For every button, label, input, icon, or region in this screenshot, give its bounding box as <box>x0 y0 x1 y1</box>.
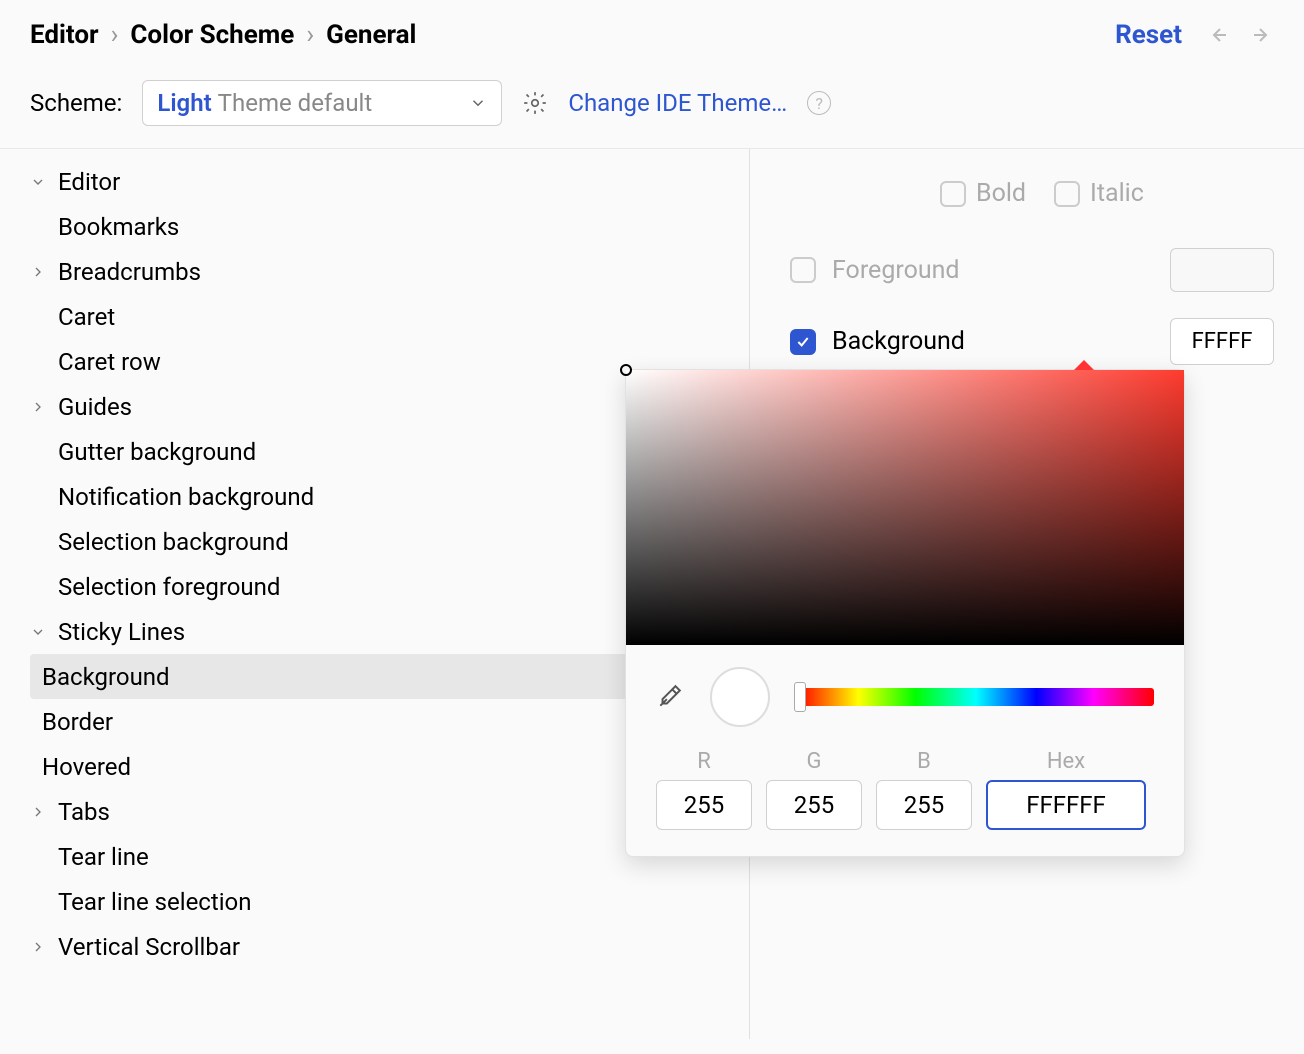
tree-row[interactable]: Vertical Scrollbar <box>30 924 749 969</box>
checkbox-icon <box>940 181 966 207</box>
hue-slider[interactable] <box>798 688 1154 706</box>
gear-icon[interactable] <box>522 90 548 116</box>
background-checkbox[interactable] <box>790 329 816 355</box>
scheme-value: Light <box>157 89 211 117</box>
tree-label: Tear line <box>58 843 149 871</box>
tree-label: Editor <box>58 168 120 196</box>
breadcrumb: Editor › Color Scheme › General <box>30 20 416 50</box>
scheme-select[interactable]: Light Theme default <box>142 80 502 126</box>
scheme-tag: Theme default <box>218 89 373 117</box>
tree-label: Selection background <box>58 528 289 556</box>
tree-row[interactable]: Tear line selection <box>30 879 749 924</box>
tree-label: Guides <box>58 393 132 421</box>
tree-label: Hovered <box>42 753 131 781</box>
tree-label: Breadcrumbs <box>58 258 201 286</box>
properties-panel: Bold Italic Foreground Background FFFFF <box>750 149 1274 1039</box>
foreground-swatch[interactable] <box>1170 248 1274 292</box>
tree-label: Background <box>42 663 170 691</box>
tree-label: Tear line selection <box>58 888 252 916</box>
scheme-label: Scheme: <box>30 89 122 117</box>
color-picker-popover: R G B Hex <box>625 369 1185 857</box>
eyedropper-icon[interactable] <box>656 684 682 710</box>
r-label: R <box>697 749 711 774</box>
r-input[interactable] <box>656 780 752 830</box>
b-label: B <box>917 749 931 774</box>
foreground-row: Foreground <box>790 248 1274 292</box>
tree-label: Selection foreground <box>58 573 280 601</box>
chevron-right-icon <box>30 939 46 955</box>
tree-label: Tabs <box>58 798 110 826</box>
italic-checkbox[interactable]: Italic <box>1054 179 1144 208</box>
back-icon[interactable] <box>1206 23 1230 47</box>
chevron-down-icon <box>30 624 46 640</box>
foreground-label: Foreground <box>832 256 1032 285</box>
tree-label: Sticky Lines <box>58 618 185 646</box>
background-swatch[interactable]: FFFFF <box>1170 318 1274 365</box>
breadcrumb-item[interactable]: Editor <box>30 20 99 50</box>
hex-input[interactable] <box>986 780 1146 830</box>
popover-caret-icon <box>1074 360 1094 370</box>
checkbox-icon <box>1054 181 1080 207</box>
tree-label: Border <box>42 708 113 736</box>
tree-row[interactable]: Breadcrumbs <box>30 249 749 294</box>
tree-label: Vertical Scrollbar <box>58 933 240 961</box>
check-icon <box>795 334 811 350</box>
hue-thumb-icon <box>794 682 806 712</box>
chevron-down-icon <box>30 174 46 190</box>
chevron-right-icon <box>30 804 46 820</box>
b-input[interactable] <box>876 780 972 830</box>
breadcrumb-item[interactable]: General <box>326 20 416 50</box>
g-label: G <box>807 749 822 774</box>
change-theme-link[interactable]: Change IDE Theme… <box>568 89 787 117</box>
forward-icon[interactable] <box>1250 23 1274 47</box>
g-input[interactable] <box>766 780 862 830</box>
tree-label: Caret row <box>58 348 161 376</box>
tree-row[interactable]: Bookmarks <box>30 204 749 249</box>
background-label: Background <box>832 327 1032 356</box>
tree-row[interactable]: Editor <box>30 159 749 204</box>
breadcrumb-item[interactable]: Color Scheme <box>130 20 294 50</box>
color-preview <box>710 667 770 727</box>
tree-label: Notification background <box>58 483 314 511</box>
bold-checkbox[interactable]: Bold <box>940 179 1026 208</box>
chevron-right-icon <box>30 264 46 280</box>
reset-button[interactable]: Reset <box>1115 20 1182 50</box>
chevron-right-icon: › <box>306 20 314 50</box>
tree-label: Gutter background <box>58 438 256 466</box>
tree-label: Bookmarks <box>58 213 179 241</box>
saturation-value-panel[interactable] <box>626 370 1184 645</box>
label: Italic <box>1090 179 1144 208</box>
label: Bold <box>976 179 1026 208</box>
background-row: Background FFFFF <box>790 318 1274 365</box>
sv-cursor-icon <box>620 364 632 376</box>
chevron-right-icon: › <box>111 20 119 50</box>
chevron-down-icon <box>469 94 487 112</box>
help-icon[interactable]: ? <box>807 91 831 115</box>
foreground-checkbox[interactable] <box>790 257 816 283</box>
tree-label: Caret <box>58 303 115 331</box>
tree-row[interactable]: Caret <box>30 294 749 339</box>
chevron-right-icon <box>30 399 46 415</box>
hex-label: Hex <box>1047 749 1085 774</box>
